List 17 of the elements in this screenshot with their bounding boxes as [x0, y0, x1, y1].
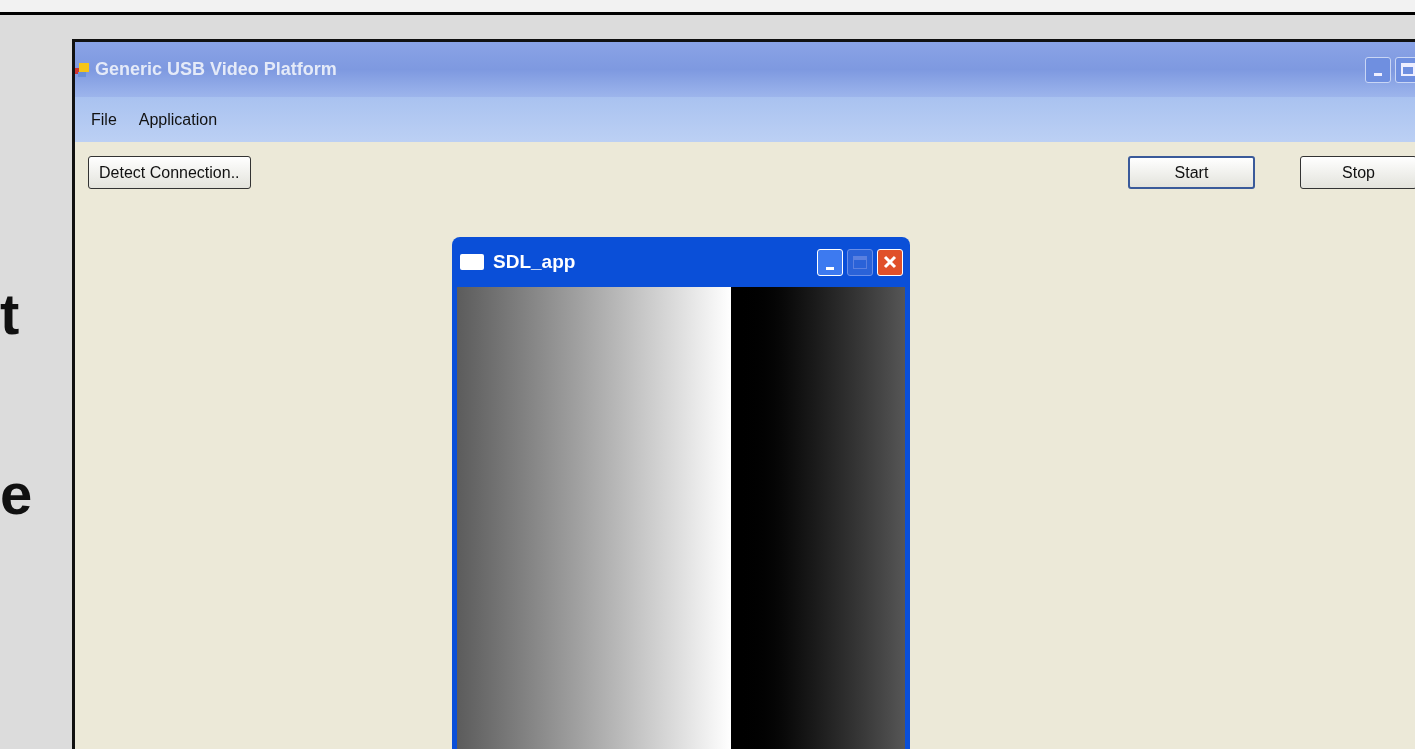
start-button[interactable]: Start: [1128, 156, 1255, 189]
menu-item[interactable]: Application: [138, 107, 218, 132]
app-icon: [75, 61, 91, 78]
window-title: Generic USB Video Platform: [95, 58, 337, 81]
maximize-icon: [853, 255, 867, 269]
maximize-icon: [1401, 63, 1415, 76]
stop-button[interactable]: Stop: [1300, 156, 1415, 189]
close-icon: [883, 255, 897, 269]
slide-text: e: [0, 465, 34, 523]
window-title: SDL_app: [493, 249, 576, 274]
close-button[interactable]: [877, 248, 903, 276]
window-icon: [460, 254, 484, 270]
detect-connection-button[interactable]: Detect Connection..: [88, 156, 251, 189]
minimize-icon: [826, 266, 834, 270]
menu-item[interactable]: File: [91, 107, 117, 132]
slide-text: t: [0, 285, 21, 343]
minimize-icon: [1374, 72, 1382, 76]
